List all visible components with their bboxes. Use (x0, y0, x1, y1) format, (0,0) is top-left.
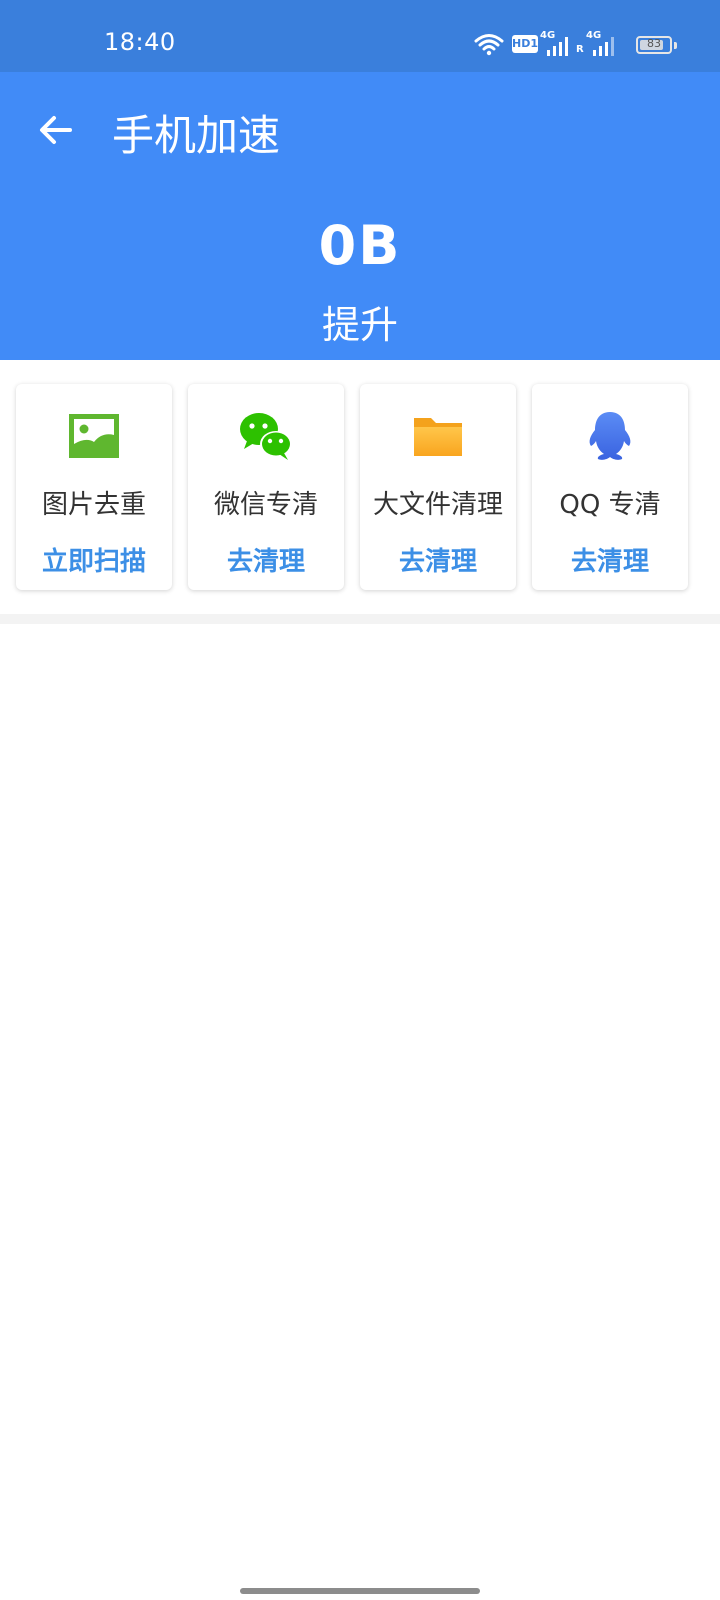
card-qq-clean[interactable]: QQ 专清 去清理 (532, 384, 688, 590)
go-clean-button[interactable]: 去清理 (532, 541, 688, 578)
status-time: 18:40 (104, 28, 176, 56)
section-divider (0, 614, 720, 624)
hd-voice-icon: HD1 (512, 35, 538, 53)
battery-tip (674, 42, 677, 49)
clean-shortcuts: 图片去重 立即扫描 微信专清 去清理 大文件清理 去清理 QQ 专清 去清理 (16, 384, 704, 590)
back-button[interactable] (34, 108, 78, 152)
signal-icon (593, 37, 614, 56)
qq-icon (589, 412, 631, 460)
battery-level: 83 (647, 37, 661, 50)
card-title: 大文件清理 (372, 490, 503, 520)
wechat-icon (240, 413, 292, 460)
boost-label: 提升 (321, 303, 398, 347)
signal-icon (547, 37, 568, 56)
roaming-label: R (576, 44, 584, 55)
page-title: 手机加速 (112, 111, 281, 160)
card-title: 微信专清 (213, 490, 318, 520)
header: 手机加速 0B 提升 (0, 72, 720, 360)
card-image-dedup[interactable]: 图片去重 立即扫描 (16, 384, 172, 590)
folder-icon (414, 418, 462, 456)
boost-size-value: 0B (318, 214, 402, 277)
status-icons: HD1 4G R 4G 83 (474, 30, 677, 58)
status-bar: 18:40 HD1 4G R 4G 83 (0, 0, 720, 72)
image-icon (69, 414, 119, 458)
card-title: 图片去重 (41, 490, 146, 520)
home-indicator[interactable] (240, 1588, 480, 1594)
card-wechat-clean[interactable]: 微信专清 去清理 (188, 384, 344, 590)
scan-now-button[interactable]: 立即扫描 (16, 541, 172, 578)
arrow-left-icon (40, 116, 72, 144)
card-large-file-clean[interactable]: 大文件清理 去清理 (360, 384, 516, 590)
battery-icon: 83 (636, 36, 672, 54)
go-clean-button[interactable]: 去清理 (188, 541, 344, 578)
card-title: QQ 专清 (559, 490, 661, 520)
go-clean-button[interactable]: 去清理 (360, 541, 516, 578)
wifi-icon (474, 34, 504, 56)
